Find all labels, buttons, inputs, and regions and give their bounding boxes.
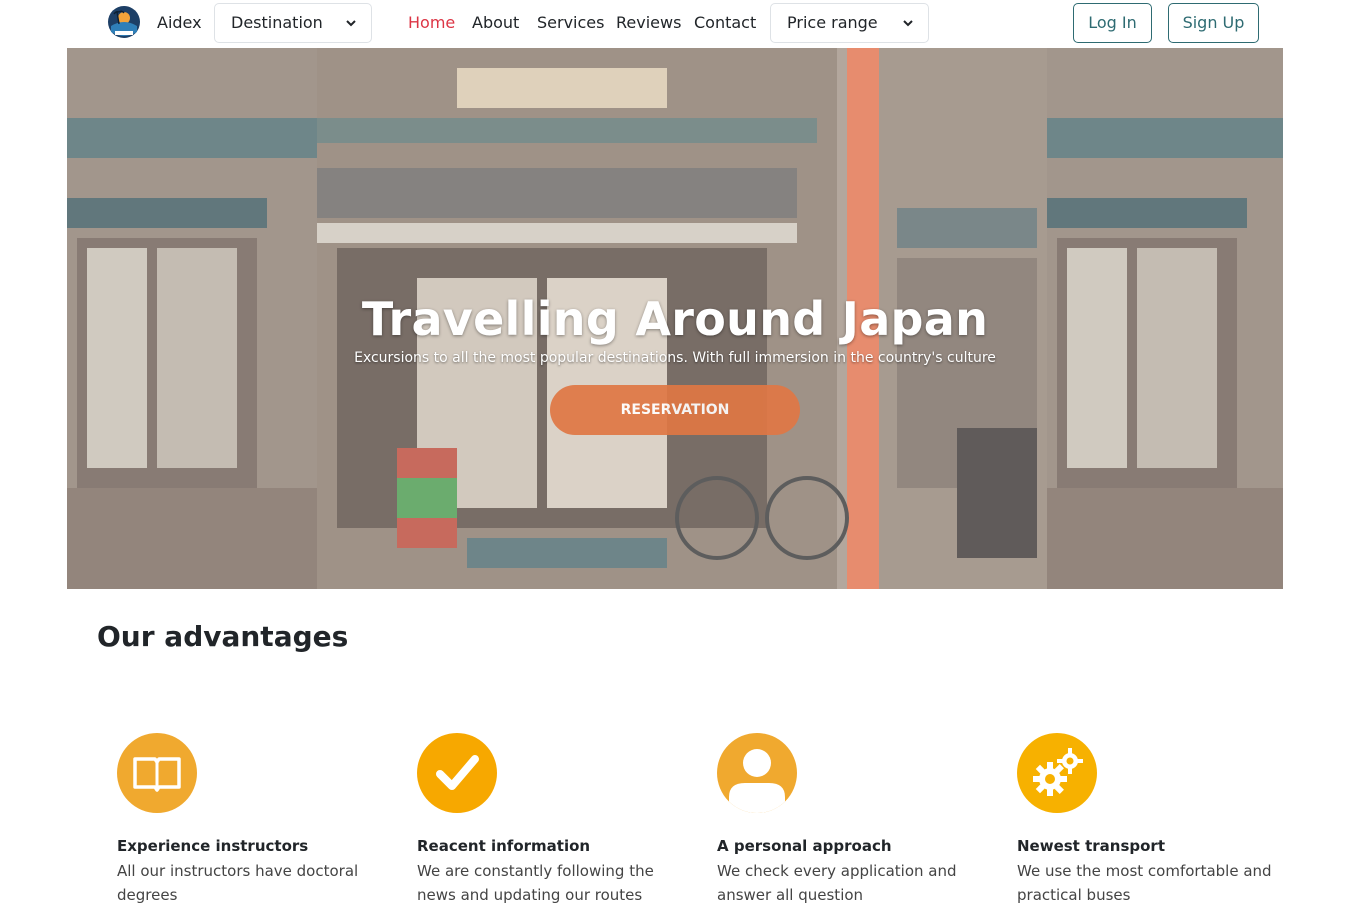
advantage-item: Experience instructors All our instructo…: [117, 733, 377, 907]
hero-banner: Travelling Around Japan Excursions to al…: [67, 48, 1283, 589]
navbar: Aidex Destination Home About Services Re…: [0, 0, 1350, 48]
advantage-title: Newest transport: [1017, 837, 1165, 855]
advantage-title: Reacent information: [417, 837, 591, 855]
advantages-title: Our advantages: [97, 620, 349, 653]
price-range-select-value: Price range: [787, 13, 878, 32]
nav-link-reviews[interactable]: Reviews: [616, 13, 681, 32]
destination-select[interactable]: Destination: [214, 3, 372, 43]
chevron-down-icon: [903, 20, 913, 27]
brand-name[interactable]: Aidex: [157, 13, 202, 32]
advantage-text: We are constantly following the news and…: [417, 862, 654, 904]
hero-title: Travelling Around Japan: [361, 292, 989, 346]
nav-link-contact[interactable]: Contact: [694, 13, 756, 32]
nav-link-home[interactable]: Home: [408, 13, 455, 32]
advantage-item: A personal approach We check every appli…: [717, 733, 977, 907]
gears-icon: [1017, 733, 1097, 813]
destination-select-value: Destination: [231, 13, 323, 32]
advantage-text: We use the most comfortable and practica…: [1017, 862, 1272, 904]
price-range-select[interactable]: Price range: [770, 3, 929, 43]
book-icon: [117, 733, 197, 813]
advantage-item: Newest transport We use the most comfort…: [1017, 733, 1277, 907]
signup-button[interactable]: Sign Up: [1168, 3, 1259, 43]
advantage-title: A personal approach: [717, 837, 892, 855]
hero-subtitle: Excursions to all the most popular desti…: [354, 350, 996, 366]
advantage-title: Experience instructors: [117, 837, 309, 855]
advantage-text: We check every application and answer al…: [717, 862, 957, 904]
advantage-item: Reacent information We are constantly fo…: [417, 733, 677, 907]
brand-logo[interactable]: [107, 4, 141, 42]
nav-link-services[interactable]: Services: [537, 13, 604, 32]
login-button[interactable]: Log In: [1073, 3, 1152, 43]
checkmark-icon: [417, 733, 497, 813]
advantage-text: All our instructors have doctoral degree…: [117, 862, 359, 904]
chevron-down-icon: [346, 20, 356, 27]
user-icon: [717, 733, 797, 813]
nav-link-about[interactable]: About: [472, 13, 519, 32]
reservation-button[interactable]: RESERVATION: [550, 385, 800, 435]
